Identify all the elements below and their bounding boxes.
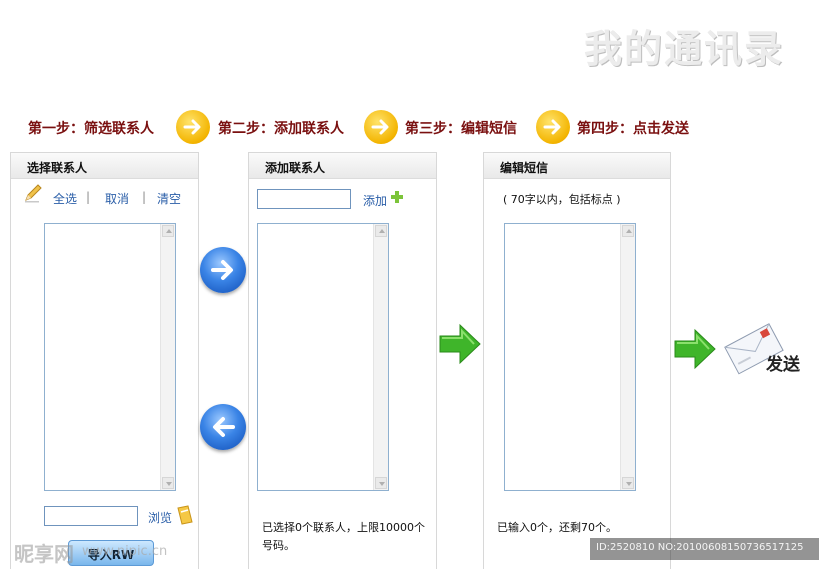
scroll-down-icon[interactable] <box>162 477 174 489</box>
green-arrow-icon <box>673 327 717 374</box>
panel-title: 编辑短信 <box>484 153 670 179</box>
scrollbar[interactable] <box>160 224 175 490</box>
move-right-button[interactable] <box>200 247 246 293</box>
step-2-label: 第二步：添加联系人 <box>218 121 344 137</box>
step-4-label: 第四步：点击发送 <box>577 121 689 137</box>
scroll-down-icon[interactable] <box>622 477 634 489</box>
green-arrow-icon <box>438 322 482 369</box>
pencil-icon <box>22 182 44 207</box>
plus-icon[interactable] <box>390 190 404 207</box>
step-arrow-icon <box>536 110 570 144</box>
browse-link[interactable]: 浏览 <box>148 509 172 526</box>
scroll-up-icon[interactable] <box>162 225 174 237</box>
separator: | <box>86 190 91 204</box>
move-left-button[interactable] <box>200 404 246 450</box>
add-contact-input[interactable] <box>257 189 351 209</box>
watermark-url: www.nipic.cn <box>82 544 168 559</box>
folder-icon <box>174 504 194 529</box>
scroll-up-icon[interactable] <box>622 225 634 237</box>
select-all-link[interactable]: 全选 <box>53 190 77 207</box>
step-3-label: 第三步：编辑短信 <box>405 121 517 137</box>
browse-input[interactable] <box>44 506 138 526</box>
panel-title: 添加联系人 <box>249 153 436 179</box>
cancel-link[interactable]: 取消 <box>105 190 129 207</box>
add-link[interactable]: 添加 <box>363 192 387 209</box>
scrollbar[interactable] <box>373 224 388 490</box>
scroll-up-icon[interactable] <box>375 225 387 237</box>
selected-count-text: 已选择0个联系人，上限10000个号码。 <box>262 521 425 552</box>
step-arrow-icon <box>176 110 210 144</box>
send-button[interactable]: 发送 <box>766 350 800 375</box>
char-count-text: 已输入0个，还剩70个。 <box>497 521 617 534</box>
contact-list[interactable] <box>44 223 176 491</box>
separator: | <box>142 190 147 204</box>
page-title: 我的通讯录 <box>584 27 785 71</box>
clear-link[interactable]: 清空 <box>157 190 181 207</box>
step-1-label: 第一步：筛选联系人 <box>28 121 154 137</box>
panel-title: 选择联系人 <box>11 153 198 179</box>
watermark-brand: 昵享网 <box>14 542 74 566</box>
message-textarea[interactable] <box>504 223 636 491</box>
scroll-down-icon[interactable] <box>375 477 387 489</box>
image-id-bar: ID:2520810 NO:20100608150736517125 <box>590 538 819 560</box>
added-contact-list[interactable] <box>257 223 389 491</box>
step-arrow-icon <box>364 110 398 144</box>
scrollbar[interactable] <box>620 224 635 490</box>
char-limit-hint: ( 70字以内，包括标点 ) <box>503 193 621 206</box>
